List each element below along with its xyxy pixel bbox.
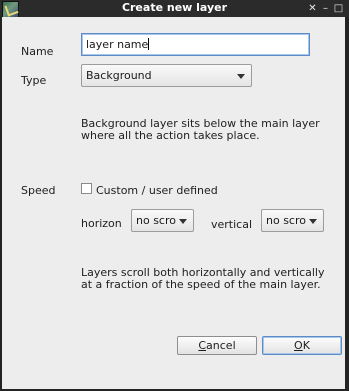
ok-button[interactable]: OK [262, 336, 342, 355]
vertical-select-value: no scro [266, 214, 306, 227]
cancel-label: ancel [206, 339, 236, 352]
name-label: Name [21, 45, 54, 58]
chevron-down-icon [237, 74, 245, 79]
ok-mnemonic: O [294, 339, 303, 352]
horizon-select-value: no scro [136, 214, 176, 227]
window-title: Create new layer [121, 1, 228, 14]
cancel-button[interactable]: Cancel [177, 336, 257, 355]
maximize-icon[interactable]: □ [332, 2, 345, 15]
cancel-mnemonic: C [198, 339, 207, 352]
chevron-down-icon [309, 219, 317, 224]
type-label: Type [21, 74, 47, 87]
type-select-value: Background [86, 69, 152, 82]
type-description-line: where all the action takes place. [81, 129, 260, 142]
custom-speed-label[interactable]: Custom / user defined [96, 184, 218, 197]
name-input[interactable]: layer name [81, 33, 310, 56]
horizon-select[interactable]: no scro [131, 209, 194, 232]
ok-label: K [302, 339, 310, 352]
name-input-value: layer name [86, 38, 149, 51]
close-icon[interactable]: ✕ [306, 2, 319, 15]
vertical-select[interactable]: no scro [261, 209, 324, 232]
speed-description-line: at a fraction of the speed of the main l… [81, 278, 321, 291]
type-description: Background layer sits below the main lay… [81, 118, 320, 142]
speed-description: Layers scroll both horizontally and vert… [81, 267, 325, 291]
custom-speed-checkbox[interactable] [81, 183, 92, 194]
vertical-label: vertical [211, 218, 253, 231]
dialog-content: Name layer name Type Background Backgrou… [2, 17, 345, 389]
horizon-label: horizon [81, 217, 122, 230]
text-caret [148, 38, 150, 50]
dialog-window: Create new layer ✕ – □ Name layer name T… [0, 0, 349, 391]
title-bar[interactable]: Create new layer ✕ – □ [0, 0, 349, 18]
chevron-down-icon [179, 219, 187, 224]
minimize-icon[interactable]: – [319, 2, 332, 15]
type-select[interactable]: Background [81, 64, 252, 87]
speed-label: Speed [21, 184, 56, 197]
